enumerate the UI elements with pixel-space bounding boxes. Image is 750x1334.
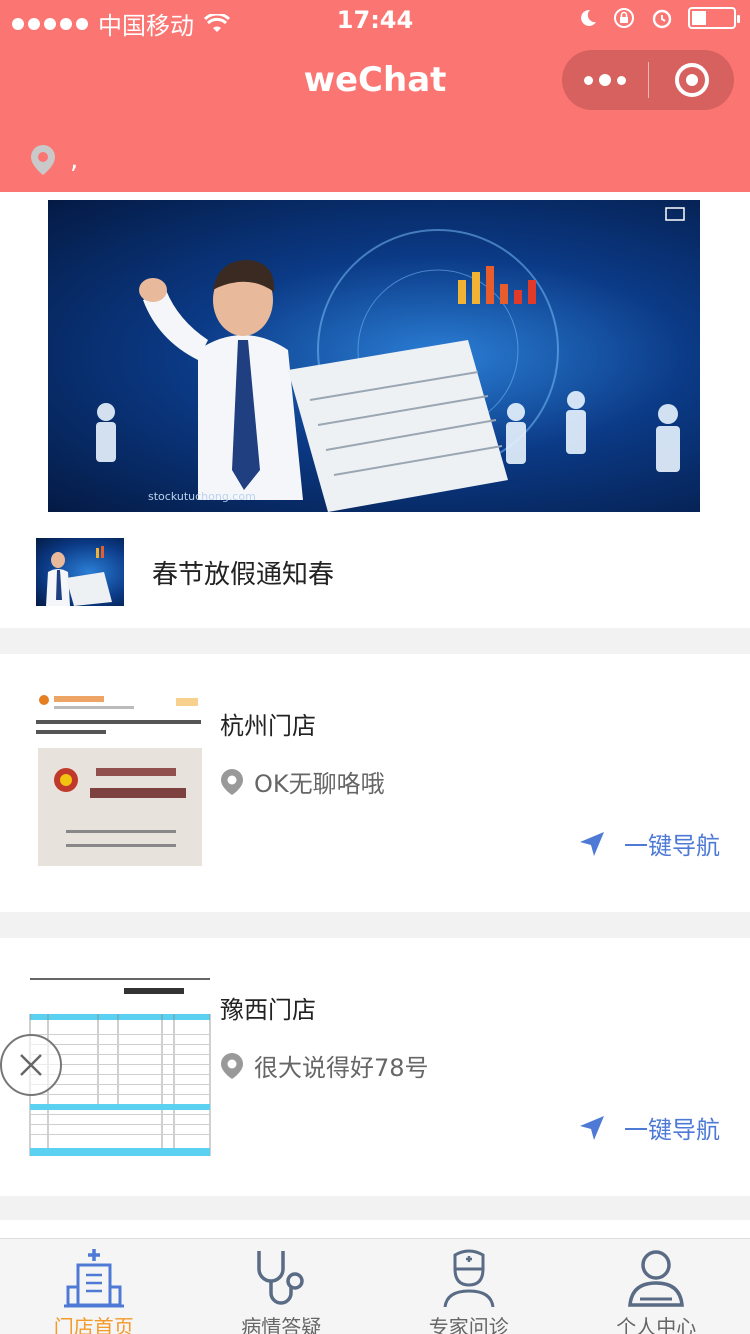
target-icon — [674, 63, 709, 97]
tab-store-home[interactable]: 门店首页 — [0, 1239, 188, 1334]
news-title: 春节放假通知春 — [152, 559, 335, 590]
banner-section: stockutuchong.com 春节放假通知春 — [0, 192, 750, 628]
news-item[interactable]: 春节放假通知春 — [36, 538, 334, 606]
capsule-menu — [562, 50, 734, 110]
svg-text:stockutuchong.com: stockutuchong.com — [148, 490, 256, 503]
tab-bar: 门店首页 病情答疑 专家问诊 个人中心 — [0, 1238, 750, 1334]
hospital-icon — [63, 1247, 124, 1309]
tab-label: 病情答疑 — [241, 1315, 322, 1334]
banner-image[interactable]: stockutuchong.com — [48, 200, 700, 512]
navigate-button[interactable]: 一键导航 — [578, 826, 720, 861]
store-address-text: 很大说得好78号 — [254, 1054, 429, 1082]
store-card-partial — [0, 1220, 750, 1238]
store-name: 杭州门店 — [220, 712, 316, 740]
store-address: 很大说得好78号 — [220, 1048, 429, 1083]
store-card[interactable]: 杭州门店 OK无聊咯哦 一键导航 — [0, 654, 750, 912]
stethoscope-icon — [251, 1247, 311, 1309]
alarm-icon — [652, 9, 672, 29]
location-pin-icon — [30, 144, 56, 176]
more-button[interactable] — [562, 50, 648, 110]
tab-expert-consult[interactable]: 专家问诊 — [375, 1239, 563, 1334]
store-address: OK无聊咯哦 — [220, 764, 385, 799]
moon-icon — [581, 9, 596, 26]
store-address-text: OK无聊咯哦 — [254, 770, 385, 798]
tab-label: 专家问诊 — [428, 1315, 509, 1334]
navigate-label: 一键导航 — [624, 832, 720, 860]
user-icon — [626, 1247, 686, 1309]
close-miniprogram-button[interactable] — [649, 50, 734, 110]
store-thumbnail — [36, 690, 204, 870]
location-pin-icon — [221, 1052, 243, 1079]
navigation-arrow-icon — [580, 831, 604, 856]
location-pin-icon — [221, 768, 243, 795]
tab-label: 个人中心 — [616, 1315, 697, 1334]
tab-personal-center[interactable]: 个人中心 — [563, 1239, 750, 1334]
news-thumbnail — [36, 538, 124, 606]
tab-label: 门店首页 — [53, 1315, 134, 1334]
doctor-icon — [439, 1247, 499, 1309]
store-name: 豫西门店 — [220, 996, 316, 1024]
navigate-button[interactable]: 一键导航 — [578, 1110, 720, 1145]
header: 中国移动 17:44 weChat , — [0, 0, 750, 192]
navigate-label: 一键导航 — [624, 1116, 720, 1144]
store-card[interactable]: 豫西门店 很大说得好78号 一键导航 — [0, 938, 750, 1196]
page: 中国移动 17:44 weChat , stockutuchong.com 春节… — [0, 0, 750, 1334]
rotation-lock-icon — [614, 8, 634, 28]
location-row[interactable]: , — [30, 144, 78, 176]
status-right — [578, 6, 740, 30]
location-text: , — [70, 145, 79, 175]
tab-consultation-qa[interactable]: 病情答疑 — [188, 1239, 376, 1334]
floating-close-button[interactable] — [0, 1034, 62, 1096]
battery-icon — [688, 7, 740, 29]
close-icon — [20, 1054, 42, 1076]
navigation-arrow-icon — [580, 1115, 604, 1140]
status-bar: 中国移动 17:44 — [0, 0, 750, 40]
